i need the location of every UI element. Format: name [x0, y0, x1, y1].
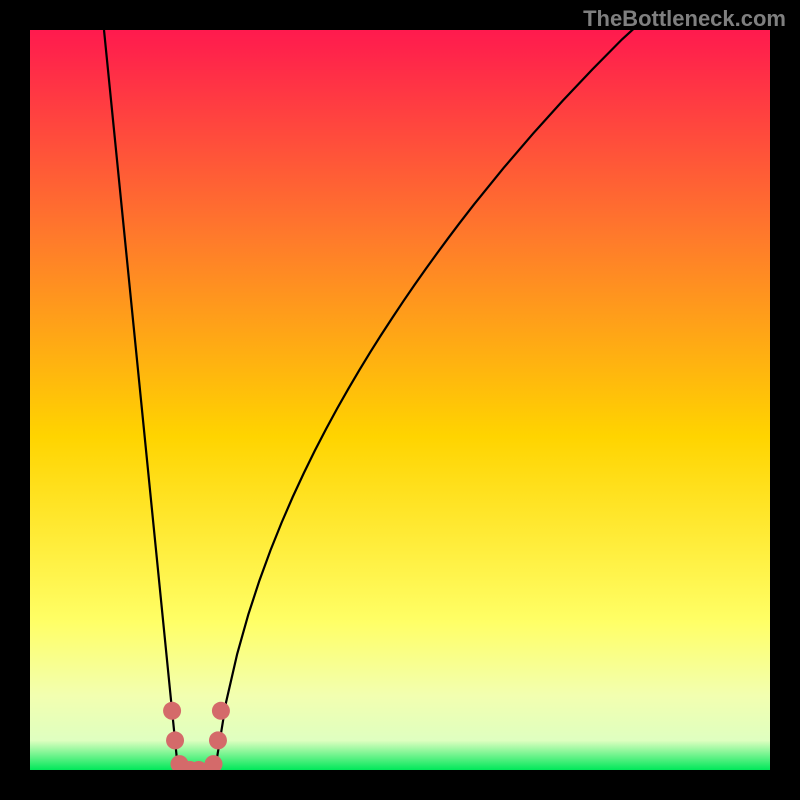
curve-marker	[212, 702, 230, 720]
watermark-text: TheBottleneck.com	[583, 6, 786, 32]
curve-marker	[163, 702, 181, 720]
chart-svg	[30, 30, 770, 770]
curve-marker	[209, 731, 227, 749]
curve-marker	[166, 731, 184, 749]
bottleneck-chart	[30, 30, 770, 770]
